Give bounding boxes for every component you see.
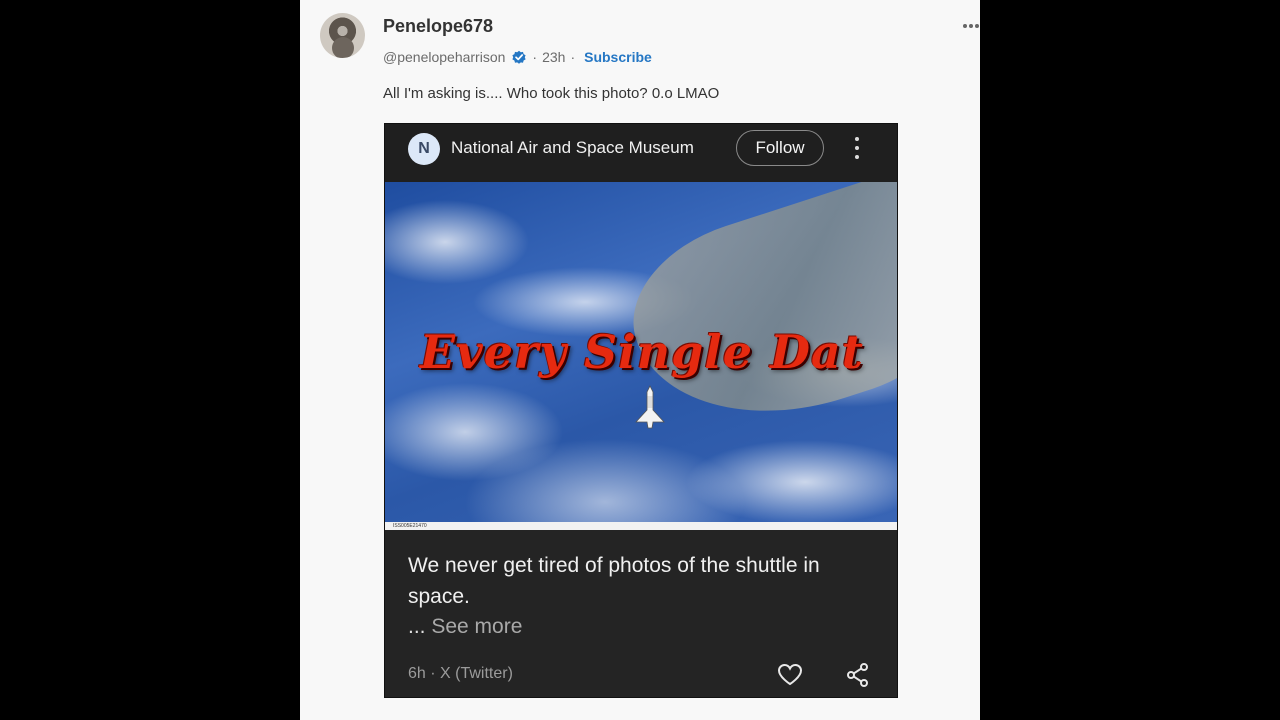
see-more-link[interactable]: ... See more [408,615,522,639]
heart-icon[interactable] [777,663,803,687]
more-horizontal-icon[interactable] [962,17,980,35]
post-username[interactable]: Penelope678 [383,16,493,37]
post-meta: @penelopeharrison · 23h · Subscribe [383,48,652,66]
source-name[interactable]: National Air and Space Museum [451,138,694,158]
overlay-caption: Every Single Dat [419,325,865,379]
source-avatar[interactable]: N [408,133,440,165]
avatar[interactable] [320,13,365,58]
follow-button[interactable]: Follow [736,130,824,166]
embed-header: N National Air and Space Museum Follow [385,124,897,182]
post-text: All I'm asking is.... Who took this phot… [383,85,720,102]
post-panel: Penelope678 @penelopeharrison · 23h · Su… [300,0,980,720]
post-time: 23h [542,49,566,65]
share-icon[interactable] [847,663,869,687]
subscribe-link[interactable]: Subscribe [584,49,652,65]
embed-caption: We never get tired of photos of the shut… [408,554,820,608]
shuttle-photo: Every Single Dat ISS005E21470 [385,182,897,530]
see-more-prefix: ... [408,615,426,638]
shuttle-icon [635,385,665,429]
embed-footer-meta: 6h · X (Twitter) [408,665,513,682]
verified-badge-icon [512,50,527,64]
meta-separator: · [570,49,576,65]
more-vertical-icon[interactable] [851,137,863,159]
see-more-label[interactable]: See more [431,615,522,638]
meta-separator: · [532,49,538,65]
photo-id: ISS005E21470 [385,522,897,530]
post-handle[interactable]: @penelopeharrison [383,49,505,65]
embedded-post-image[interactable]: N National Air and Space Museum Follow E… [384,123,898,698]
